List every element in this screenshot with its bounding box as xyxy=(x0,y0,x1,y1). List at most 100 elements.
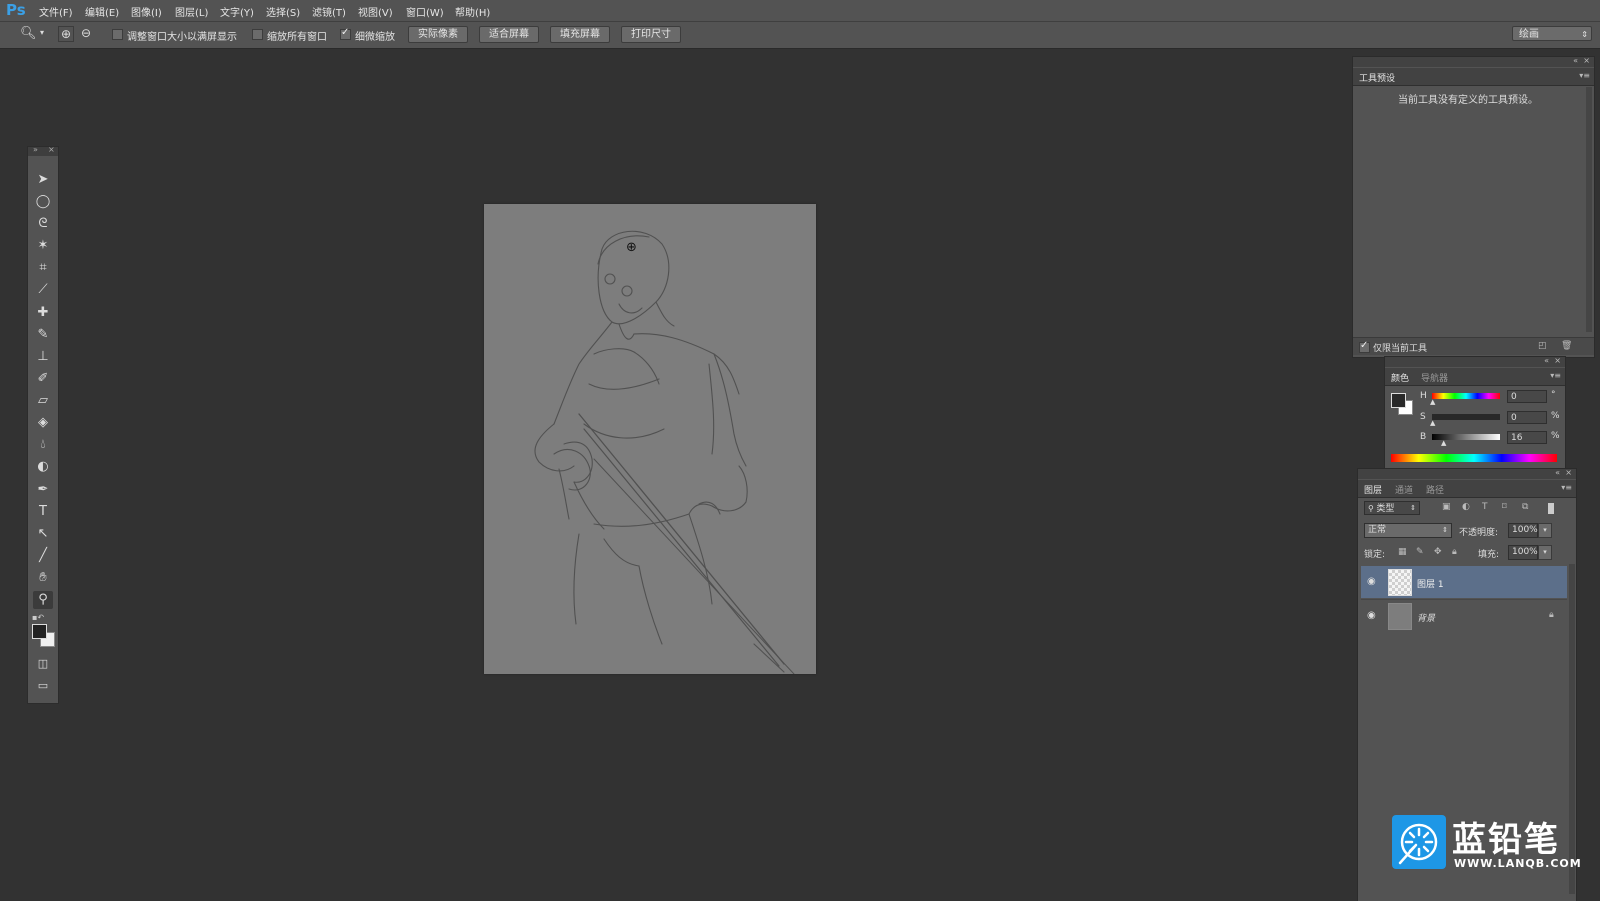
layer-name[interactable]: 图层 1 xyxy=(1417,577,1444,590)
hand-tool-icon[interactable]: ✋︎ xyxy=(33,569,53,587)
dodge-tool-icon[interactable]: ◐ xyxy=(33,458,53,476)
menu-edit[interactable]: 编辑(E) xyxy=(85,4,119,19)
collapse-icon[interactable]: « xyxy=(1573,56,1578,65)
blend-mode-select[interactable]: 正常 ⇕ xyxy=(1364,523,1452,538)
marquee-tool-icon[interactable]: ◯ xyxy=(33,193,53,211)
crop-tool-icon[interactable]: ⌗ xyxy=(33,259,53,277)
filter-smart-object-icon[interactable]: ⧉ xyxy=(1522,502,1528,512)
menu-help[interactable]: 帮助(H) xyxy=(455,4,490,19)
tab-layers[interactable]: 图层 xyxy=(1364,483,1382,496)
filter-type-icon[interactable]: T xyxy=(1482,502,1488,512)
saturation-slider-thumb[interactable]: ▲ xyxy=(1430,419,1435,427)
menu-image[interactable]: 图像(I) xyxy=(131,4,162,19)
panel-header[interactable]: « × xyxy=(1385,356,1565,367)
tab-navigator[interactable]: 导航器 xyxy=(1421,371,1448,384)
type-tool-icon[interactable]: T xyxy=(33,503,53,521)
lock-position-icon[interactable]: ✥ xyxy=(1434,547,1442,557)
lock-transparent-icon[interactable]: ▦ xyxy=(1398,547,1407,557)
hue-slider-thumb[interactable]: ▲ xyxy=(1430,398,1435,406)
zoom-all-windows-checkbox[interactable] xyxy=(252,29,263,40)
eye-icon[interactable]: ◉ xyxy=(1367,610,1376,621)
opacity-field[interactable]: 100% xyxy=(1508,523,1538,538)
line-tool-icon[interactable]: ╱ xyxy=(33,547,53,565)
tab-paths[interactable]: 路径 xyxy=(1426,483,1444,496)
print-size-button[interactable]: 打印尺寸 xyxy=(621,26,681,43)
magic-wand-tool-icon[interactable]: ✶ xyxy=(33,237,53,255)
trash-icon[interactable]: 🗑︎ xyxy=(1561,341,1572,351)
color-ramp[interactable] xyxy=(1391,454,1557,462)
eraser-tool-icon[interactable]: ▱ xyxy=(33,392,53,410)
move-tool-icon[interactable]: ➤ xyxy=(33,171,53,189)
tab-tool-presets[interactable]: 工具预设 xyxy=(1359,71,1395,84)
zoom-tool-icon[interactable]: ⚲ xyxy=(33,591,53,609)
close-icon[interactable]: × xyxy=(1554,356,1561,365)
path-selection-tool-icon[interactable]: ↖ xyxy=(33,525,53,543)
scrollbar[interactable] xyxy=(1569,564,1575,894)
panel-menu-icon[interactable]: ▾≡ xyxy=(1579,71,1590,80)
scrollbar[interactable] xyxy=(1586,87,1592,332)
eyedropper-tool-icon[interactable]: ⟋ xyxy=(33,281,53,299)
scrubby-zoom-checkbox[interactable] xyxy=(340,27,351,40)
screen-mode-icon[interactable]: ▭ xyxy=(33,677,53,695)
fill-screen-button[interactable]: 填充屏幕 xyxy=(550,26,610,43)
pen-tool-icon[interactable]: ✒ xyxy=(33,481,53,499)
history-brush-tool-icon[interactable]: ✐ xyxy=(33,370,53,388)
brush-tool-icon[interactable]: ✎ xyxy=(33,326,53,344)
zoom-out-icon[interactable]: ⊖ xyxy=(81,26,91,40)
panel-header[interactable]: « × xyxy=(1358,468,1576,479)
menu-window[interactable]: 窗口(W) xyxy=(406,4,444,19)
clone-stamp-tool-icon[interactable]: ⊥ xyxy=(33,348,53,366)
zoom-tool-icon[interactable]: 🔍︎ xyxy=(20,26,37,41)
layer-name[interactable]: 背景 xyxy=(1417,611,1435,624)
resize-windows-checkbox[interactable] xyxy=(112,29,123,40)
fill-dropdown-icon[interactable]: ▾ xyxy=(1538,545,1552,560)
chevron-down-icon[interactable]: ▾ xyxy=(40,28,44,37)
collapse-icon[interactable]: « xyxy=(1544,356,1549,365)
saturation-slider[interactable] xyxy=(1432,414,1500,420)
panel-menu-icon[interactable]: ▾≡ xyxy=(1561,483,1572,492)
document-canvas[interactable]: ⊕ xyxy=(484,204,816,675)
filter-toggle[interactable] xyxy=(1548,503,1554,514)
layer-row-background[interactable]: ◉ 背景 🔒︎ xyxy=(1361,599,1567,632)
collapse-icon[interactable]: « xyxy=(1555,468,1560,477)
tab-color[interactable]: 颜色 xyxy=(1391,371,1409,384)
filter-pixel-icon[interactable]: ▣ xyxy=(1442,502,1451,512)
filter-shape-icon[interactable]: ⌑ xyxy=(1502,502,1507,512)
saturation-field[interactable]: 0 xyxy=(1507,411,1547,424)
current-tool-only-checkbox[interactable] xyxy=(1359,340,1370,353)
hue-slider[interactable] xyxy=(1432,393,1500,399)
layer-row-layer1[interactable]: ◉ 图层 1 xyxy=(1361,566,1567,598)
filter-adjustment-icon[interactable]: ◐ xyxy=(1462,502,1470,512)
lock-all-icon[interactable]: 🔒︎ xyxy=(1452,547,1457,557)
hue-field[interactable]: 0 xyxy=(1507,390,1547,403)
fill-field[interactable]: 100% xyxy=(1508,545,1538,560)
menu-layer[interactable]: 图层(L) xyxy=(175,4,208,19)
blur-tool-icon[interactable]: 💧︎ xyxy=(33,436,53,454)
opacity-dropdown-icon[interactable]: ▾ xyxy=(1538,523,1552,538)
eye-icon[interactable]: ◉ xyxy=(1367,576,1376,587)
brightness-slider-thumb[interactable]: ▲ xyxy=(1441,439,1446,447)
healing-brush-tool-icon[interactable]: ✚ xyxy=(33,304,53,322)
menu-view[interactable]: 视图(V) xyxy=(358,4,393,19)
zoom-in-icon[interactable]: ⊕ xyxy=(58,26,75,42)
foreground-color-swatch[interactable] xyxy=(32,624,47,639)
close-icon[interactable]: × xyxy=(1565,468,1572,477)
collapse-icon[interactable]: » xyxy=(33,145,38,154)
tab-channels[interactable]: 通道 xyxy=(1395,483,1413,496)
new-preset-icon[interactable]: ◰ xyxy=(1538,341,1547,351)
panel-header[interactable]: « × xyxy=(1353,56,1594,67)
toolbox-header[interactable]: » × xyxy=(28,145,58,156)
default-colors-icon[interactable]: ▪↶ xyxy=(32,613,44,622)
menu-type[interactable]: 文字(Y) xyxy=(220,4,254,19)
close-icon[interactable]: × xyxy=(48,145,55,154)
close-icon[interactable]: × xyxy=(1583,56,1590,65)
lasso-tool-icon[interactable]: ᘓ xyxy=(33,215,53,233)
quick-mask-icon[interactable]: ◫ xyxy=(33,655,53,673)
lock-pixels-icon[interactable]: ✎ xyxy=(1416,547,1424,557)
workspace-select[interactable]: 绘画 ⇕ xyxy=(1512,26,1592,41)
menu-filter[interactable]: 滤镜(T) xyxy=(312,4,346,19)
actual-pixels-button[interactable]: 实际像素 xyxy=(408,26,468,43)
menu-file[interactable]: 文件(F) xyxy=(39,4,73,19)
layer-filter-select[interactable]: ⚲ 类型 ⇕ xyxy=(1364,501,1420,515)
panel-menu-icon[interactable]: ▾≡ xyxy=(1550,371,1561,380)
